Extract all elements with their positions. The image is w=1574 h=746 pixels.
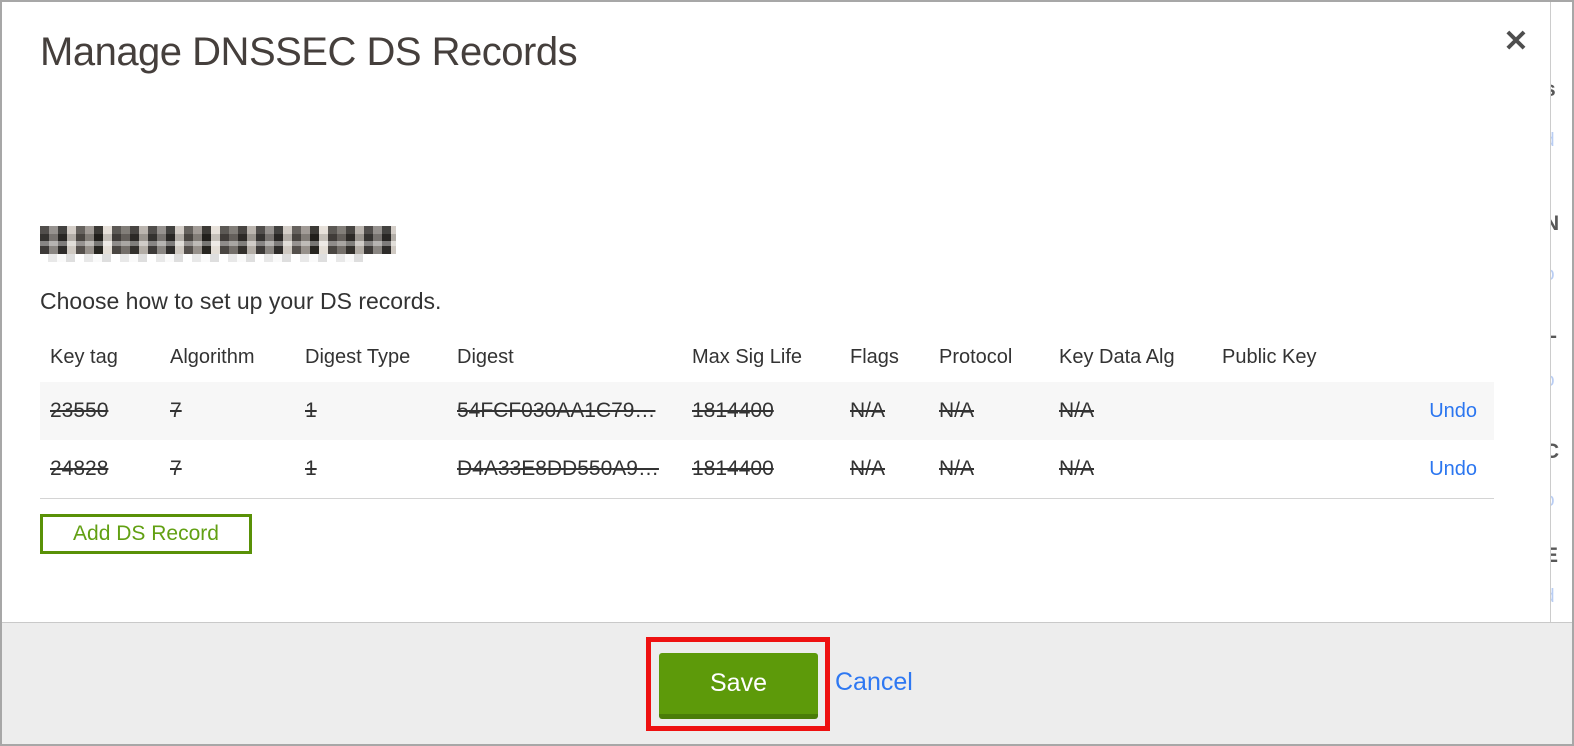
cell-action: Undo <box>1362 382 1494 440</box>
undo-link[interactable]: Undo <box>1429 458 1477 480</box>
cell-algorithm: 7 <box>170 456 182 480</box>
cell-flags: N/A <box>850 399 886 422</box>
table-row: 23550 7 1 54FCF030AA1C79… 1814400 N/A N/… <box>40 382 1494 440</box>
bg-text-fragment: E <box>1551 544 1558 568</box>
cell-max-sig-life: 1814400 <box>692 399 774 422</box>
col-header-max-sig-life: Max Sig Life <box>692 345 803 368</box>
bg-text-fragment: L <box>1551 320 1557 344</box>
col-header-algorithm: Algorithm <box>170 345 255 368</box>
save-button[interactable]: Save <box>659 653 818 719</box>
cell-flags: N/A <box>850 456 886 480</box>
bg-text-fragment: s <box>1551 78 1556 102</box>
intro-text: Choose how to set up your DS records. <box>40 288 442 314</box>
cell-digest-type: 1 <box>305 456 317 480</box>
cell-key-data-alg: N/A <box>1059 399 1095 422</box>
close-icon[interactable]: ✕ <box>1496 22 1536 62</box>
cell-max-sig-life: 1814400 <box>692 456 774 480</box>
col-header-key-data-alg: Key Data Alg <box>1059 345 1175 368</box>
undo-link[interactable]: Undo <box>1429 400 1477 422</box>
cell-key-tag: 24828 <box>50 456 109 480</box>
col-header-flags: Flags <box>850 345 899 368</box>
ds-records-table: Key tag Algorithm Digest Type Digest Max… <box>40 332 1494 499</box>
bg-text-fragment: o <box>1551 490 1555 512</box>
bg-text-fragment: d <box>1551 130 1555 152</box>
table-row: 24828 7 1 D4A33E8DD550A9… 1814400 N/A N/… <box>40 440 1494 498</box>
cell-digest-type: 1 <box>305 399 317 422</box>
col-header-public-key: Public Key <box>1222 345 1317 368</box>
cell-digest: D4A33E8DD550A9… <box>457 456 659 480</box>
bg-text-fragment: d <box>1551 586 1555 608</box>
cell-digest: 54FCF030AA1C79… <box>457 399 656 422</box>
cell-key-tag: 23550 <box>50 399 109 422</box>
cell-protocol: N/A <box>939 456 975 480</box>
col-header-digest-type: Digest Type <box>305 345 411 368</box>
page-title: Manage DNSSEC DS Records <box>40 30 578 74</box>
col-header-action <box>1362 332 1494 382</box>
redacted-domain-name <box>40 226 396 262</box>
cell-public-key <box>1212 440 1362 498</box>
col-header-protocol: Protocol <box>939 345 1013 368</box>
table-header-row: Key tag Algorithm Digest Type Digest Max… <box>40 332 1494 382</box>
cancel-link[interactable]: Cancel <box>835 668 913 697</box>
cell-algorithm: 7 <box>170 399 182 422</box>
bg-text-fragment: o <box>1551 370 1555 392</box>
add-ds-record-button[interactable]: Add DS Record <box>40 514 252 554</box>
dnssec-modal-window: Manage DNSSEC DS Records ✕ Choose how to… <box>0 0 1574 746</box>
bg-text-fragment: o <box>1551 264 1555 286</box>
col-header-key-tag: Key tag <box>50 345 118 368</box>
col-header-digest: Digest <box>457 345 514 368</box>
cell-key-data-alg: N/A <box>1059 456 1095 480</box>
cell-action: Undo <box>1362 440 1494 498</box>
bg-text-fragment: C <box>1551 440 1559 464</box>
cell-protocol: N/A <box>939 399 975 422</box>
modal-footer: Save Cancel <box>2 622 1572 744</box>
bg-text-fragment: N <box>1551 212 1559 236</box>
background-page-strip: s d No Lo Co Ed <box>1550 2 1572 622</box>
cell-public-key <box>1212 382 1362 440</box>
